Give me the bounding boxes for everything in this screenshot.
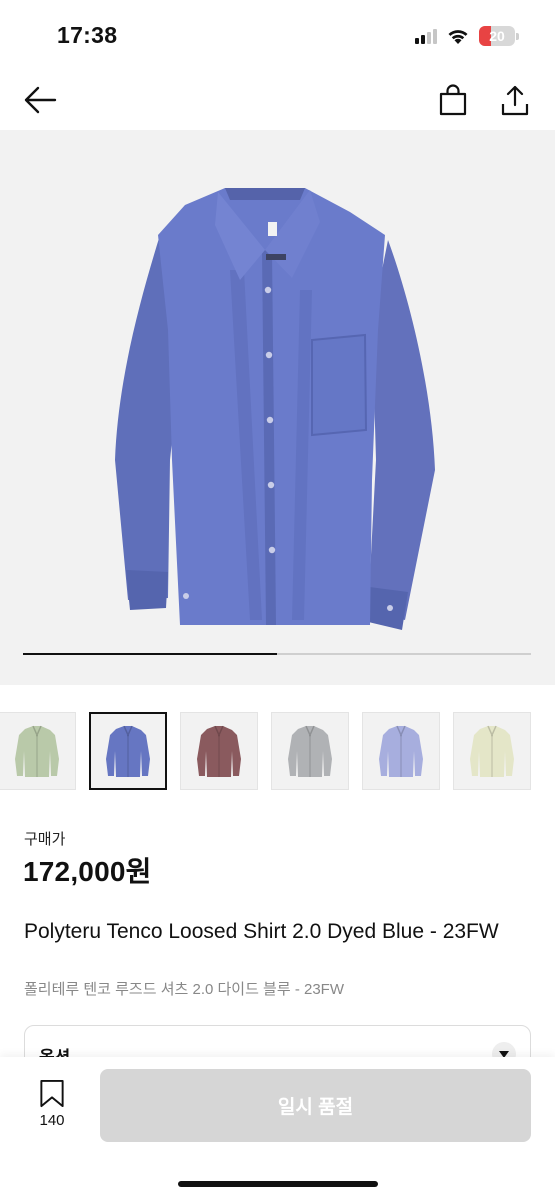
bookmark-icon bbox=[40, 1079, 64, 1108]
product-title-en: Polyteru Tenco Loosed Shirt 2.0 Dyed Blu… bbox=[24, 920, 499, 943]
share-button[interactable] bbox=[495, 80, 535, 120]
wishlist-button[interactable]: 140 bbox=[30, 1079, 74, 1129]
shirt-thumbnail-image bbox=[15, 725, 59, 777]
color-thumbnail-sage[interactable] bbox=[0, 712, 76, 790]
carousel-progress-track bbox=[23, 653, 531, 655]
battery-icon: 20 bbox=[479, 26, 519, 46]
shirt-image bbox=[115, 188, 435, 630]
color-thumbnail-burgundy[interactable] bbox=[180, 712, 258, 790]
status-bar: 17:38 20 bbox=[0, 0, 555, 70]
shirt-thumbnail-image bbox=[197, 725, 241, 777]
shirt-thumbnail-image bbox=[470, 725, 514, 777]
wishlist-count: 140 bbox=[39, 1112, 65, 1129]
color-thumbnail-cream[interactable] bbox=[453, 712, 531, 790]
color-thumbnail-dyed-blue[interactable] bbox=[89, 712, 167, 790]
color-thumbnail-grey[interactable] bbox=[271, 712, 349, 790]
color-thumbnail-lavender[interactable] bbox=[362, 712, 440, 790]
shopping-bag-icon bbox=[439, 84, 467, 116]
product-image-carousel[interactable] bbox=[0, 130, 555, 685]
home-indicator bbox=[178, 1181, 378, 1187]
shirt-thumbnail-image bbox=[288, 725, 332, 777]
carousel-progress-fill bbox=[23, 653, 277, 655]
top-nav bbox=[0, 70, 555, 130]
sold-out-button[interactable]: 일시 품절 bbox=[100, 1069, 531, 1142]
cellular-signal-icon bbox=[415, 28, 437, 44]
battery-percent: 20 bbox=[489, 28, 505, 44]
status-indicators: 20 bbox=[415, 26, 519, 46]
color-thumbnail-strip bbox=[0, 712, 555, 792]
arrow-left-icon bbox=[24, 86, 57, 114]
share-icon bbox=[501, 85, 529, 116]
price-label: 구매가 bbox=[24, 831, 66, 848]
price-value: 172,000원 bbox=[23, 856, 152, 887]
wifi-icon bbox=[448, 29, 468, 44]
product-title-ko: 폴리테루 텐코 루즈드 셔츠 2.0 다이드 블루 - 23FW bbox=[24, 981, 344, 998]
shirt-thumbnail-image bbox=[379, 725, 423, 777]
shirt-thumbnail-image bbox=[106, 725, 150, 777]
back-button[interactable] bbox=[20, 80, 60, 120]
status-time: 17:38 bbox=[57, 22, 118, 48]
bottom-action-bar: 140 일시 품절 bbox=[0, 1057, 555, 1200]
shopping-bag-button[interactable] bbox=[433, 80, 473, 120]
